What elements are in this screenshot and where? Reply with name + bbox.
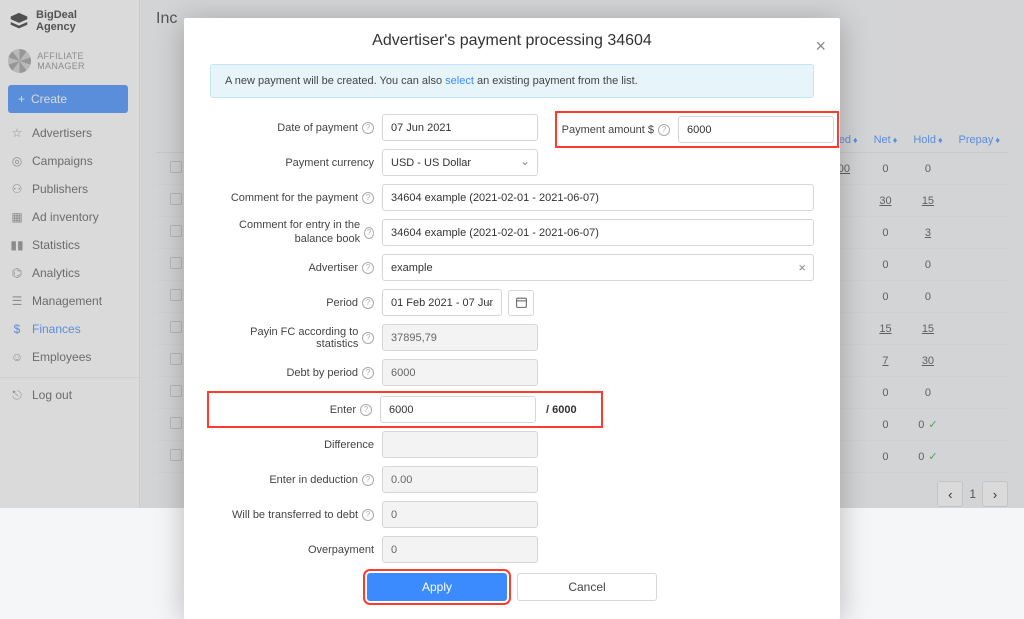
apply-button[interactable]: Apply	[367, 573, 507, 601]
help-icon[interactable]: ?	[362, 192, 374, 204]
debt-input	[382, 359, 538, 386]
info-banner: A new payment will be created. You can a…	[210, 64, 814, 98]
payment-currency-select[interactable]	[382, 149, 538, 176]
transferred-input	[382, 501, 538, 528]
help-icon[interactable]: ?	[658, 124, 670, 136]
help-icon[interactable]: ?	[362, 332, 374, 344]
help-icon[interactable]: ?	[362, 122, 374, 134]
overpayment-input	[382, 536, 538, 563]
cancel-button[interactable]: Cancel	[517, 573, 657, 601]
help-icon[interactable]: ?	[362, 262, 374, 274]
help-icon[interactable]: ?	[362, 474, 374, 486]
help-icon[interactable]: ?	[360, 404, 372, 416]
enter-suffix: / 6000	[546, 404, 577, 416]
help-icon[interactable]: ?	[362, 509, 374, 521]
clear-advertiser-icon[interactable]: ×	[798, 260, 806, 275]
calendar-button[interactable]	[508, 290, 534, 316]
date-of-payment-input[interactable]	[382, 114, 538, 141]
modal-close-button[interactable]: ×	[815, 36, 826, 57]
help-icon[interactable]: ?	[362, 367, 374, 379]
payin-input	[382, 324, 538, 351]
comment-payment-input[interactable]	[382, 184, 814, 211]
payment-modal: × Advertiser's payment processing 34604 …	[184, 18, 840, 619]
deduction-input	[382, 466, 538, 493]
modal-title: Advertiser's payment processing 34604	[210, 32, 814, 50]
enter-input[interactable]	[380, 396, 536, 423]
period-input[interactable]	[382, 289, 502, 316]
advertiser-input[interactable]	[382, 254, 814, 281]
payment-amount-input[interactable]	[678, 116, 834, 143]
select-payment-link[interactable]: select	[445, 75, 474, 87]
help-icon[interactable]: ?	[364, 227, 374, 239]
difference-input	[382, 431, 538, 458]
help-icon[interactable]: ?	[362, 297, 374, 309]
comment-balance-input[interactable]	[382, 219, 814, 246]
